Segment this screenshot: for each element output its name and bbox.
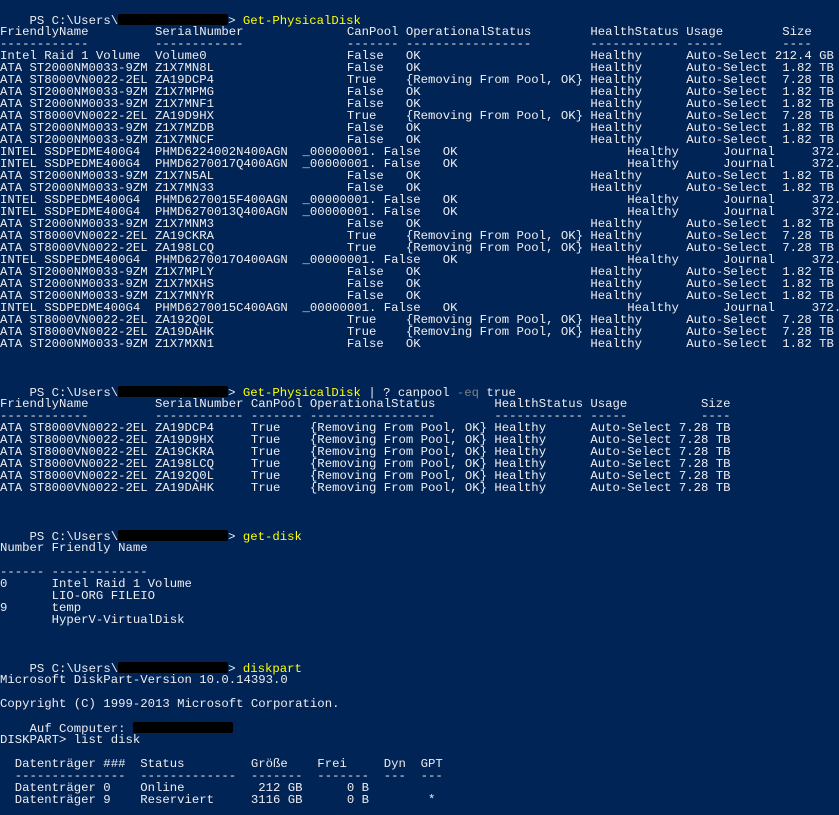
diskpart-version: Microsoft DiskPart-Version 10.0.14393.0 bbox=[0, 673, 288, 687]
powershell-console[interactable]: PS C:\Users\ > Get-PhysicalDisk FriendlyN… bbox=[0, 0, 839, 815]
diskpart-table-row: Datenträger 9 Reserviert 3116 GB 0 B * bbox=[0, 793, 436, 807]
command-text: get-disk bbox=[242, 530, 302, 544]
redacted-username bbox=[118, 386, 229, 397]
diskpart-copyright: Copyright (C) 1999-2013 Microsoft Corpor… bbox=[0, 697, 340, 711]
redacted-username bbox=[118, 14, 229, 25]
diskpart-computer-line: Auf Computer: bbox=[0, 710, 233, 735]
table3-row: HyperV-VirtualDisk bbox=[0, 613, 185, 627]
table3-header: Number Friendly Name bbox=[0, 541, 148, 555]
prompt-line-4: PS C:\Users\ > diskpart bbox=[0, 650, 302, 675]
redacted-username bbox=[118, 530, 229, 541]
prompt-line-1: PS C:\Users\ > Get-PhysicalDisk bbox=[0, 2, 361, 27]
prompt-line-2: PS C:\Users\ > Get-PhysicalDisk | ? canpo… bbox=[0, 374, 516, 399]
prompt-suffix: > bbox=[228, 530, 243, 544]
diskpart-command: DISKPART> list disk bbox=[0, 733, 141, 747]
redacted-computer-name bbox=[132, 722, 233, 733]
redacted-username bbox=[118, 662, 229, 673]
table2-row: ATA ST8000VN0022-2EL ZA19DAHK True {Remo… bbox=[0, 481, 731, 495]
table1-row: ATA ST2000NM0033-9ZM Z1X7MXN1 False OK H… bbox=[0, 337, 834, 351]
prompt-line-3: PS C:\Users\ > get-disk bbox=[0, 518, 302, 543]
